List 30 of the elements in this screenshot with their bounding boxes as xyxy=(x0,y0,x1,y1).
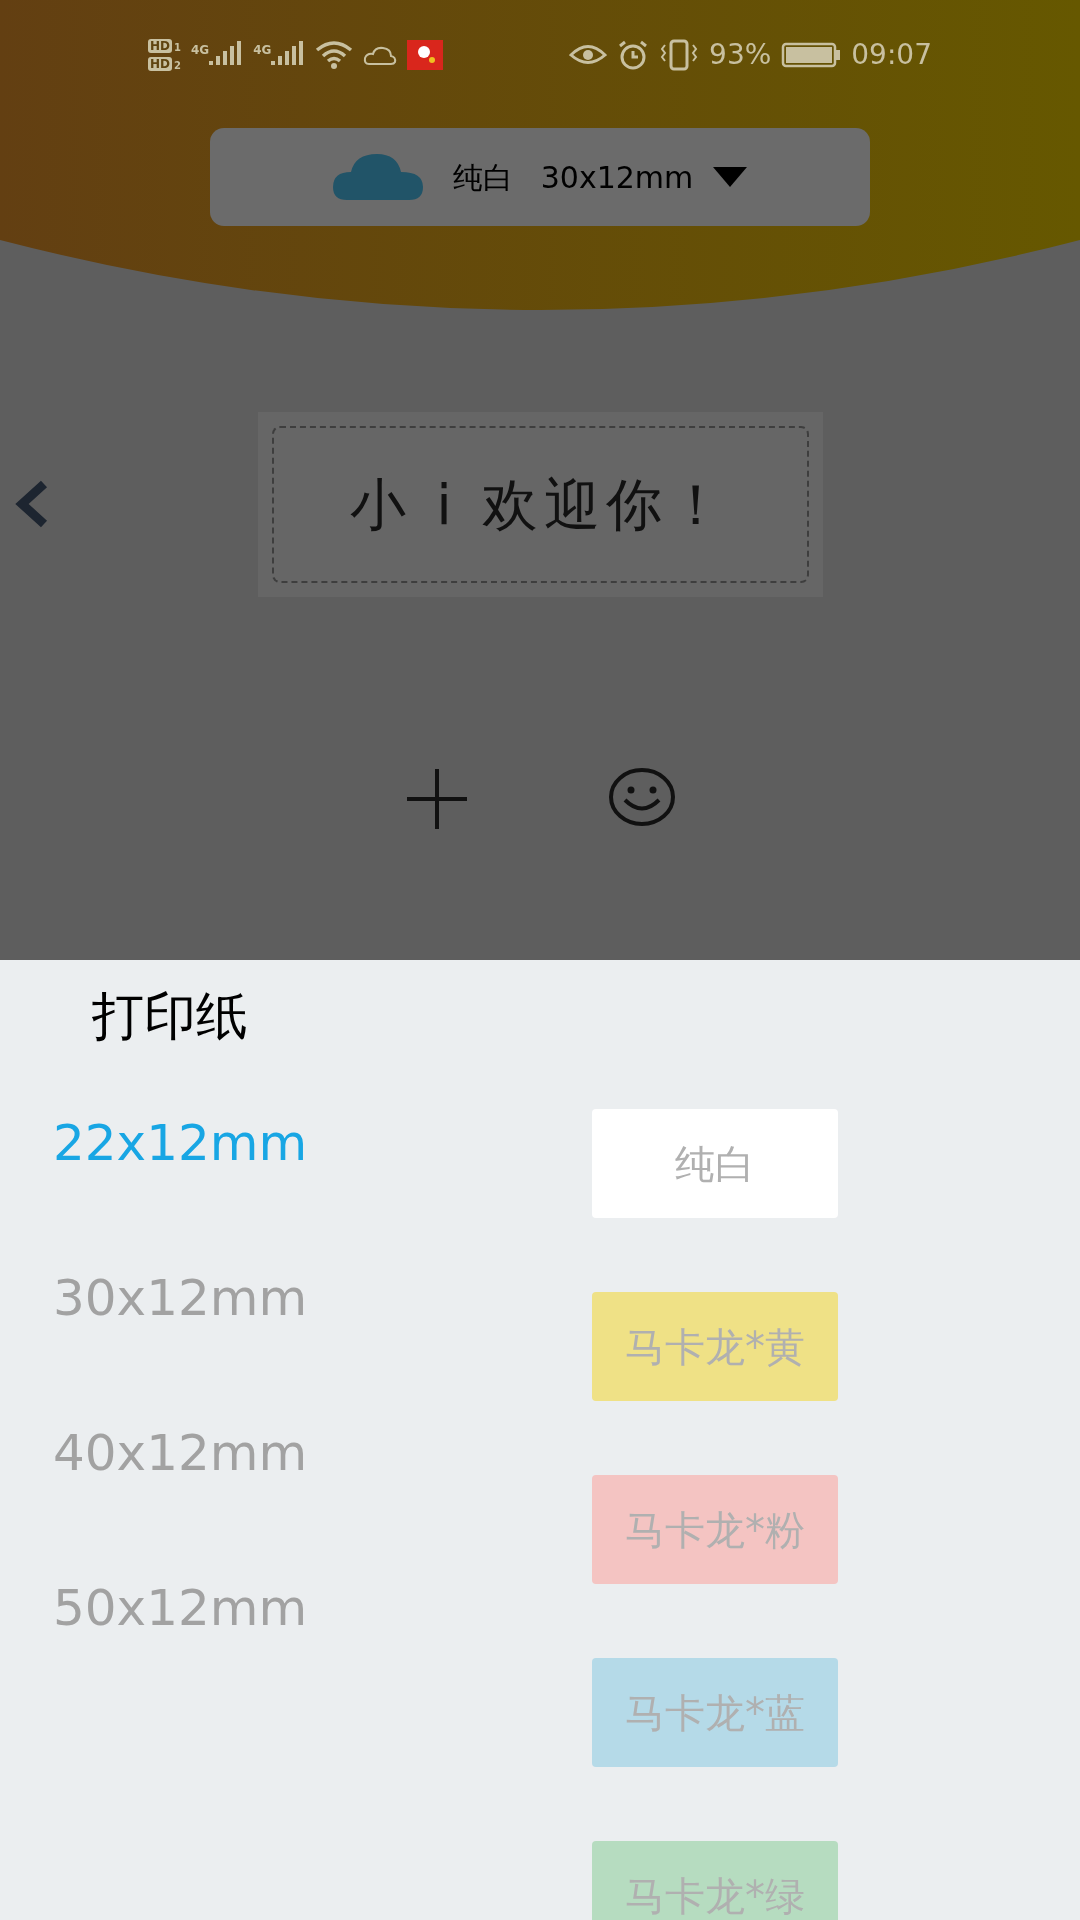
battery-percentage: 93% xyxy=(709,37,772,73)
wifi-icon xyxy=(315,40,354,70)
sim-badge: HD xyxy=(148,57,172,71)
sim-badge: HD xyxy=(148,39,172,53)
paper-color-option[interactable]: 马卡龙*黄 xyxy=(592,1292,838,1401)
vibrate-icon xyxy=(659,39,700,71)
smiley-icon[interactable] xyxy=(609,767,675,827)
sheet-title: 打印纸 xyxy=(92,985,249,1048)
add-icon[interactable] xyxy=(405,767,469,831)
alarm-icon xyxy=(617,40,650,70)
sim-number: 2 xyxy=(174,60,181,71)
paper-color-option[interactable]: 马卡龙*蓝 xyxy=(592,1658,838,1767)
paper-size-option[interactable]: 40x12mm xyxy=(53,1424,308,1482)
paper-size-option[interactable]: 30x12mm xyxy=(53,1269,308,1327)
network-type: 4G xyxy=(191,42,210,59)
sim-number: 1 xyxy=(174,42,181,53)
paper-color-name: 纯白 xyxy=(452,158,513,197)
paper-size-option[interactable]: 22x12mm xyxy=(53,1114,308,1172)
clock: 09:07 xyxy=(851,37,932,73)
paper-selector[interactable]: 纯白 30x12mm xyxy=(210,128,870,226)
battery-icon xyxy=(781,42,842,68)
network-type: 4G xyxy=(253,42,272,59)
paper-color-option[interactable]: 纯白 xyxy=(592,1109,838,1218)
dropdown-caret-icon[interactable] xyxy=(713,167,748,187)
app-notification-icon xyxy=(407,40,444,70)
cloud-icon[interactable] xyxy=(332,154,423,200)
paper-size-option[interactable]: 50x12mm xyxy=(53,1579,308,1637)
label-preview[interactable]: 小 i 欢迎你！ xyxy=(257,412,823,597)
paper-size: 30x12mm xyxy=(540,158,694,197)
paper-color-option[interactable]: 马卡龙*粉 xyxy=(592,1475,838,1584)
